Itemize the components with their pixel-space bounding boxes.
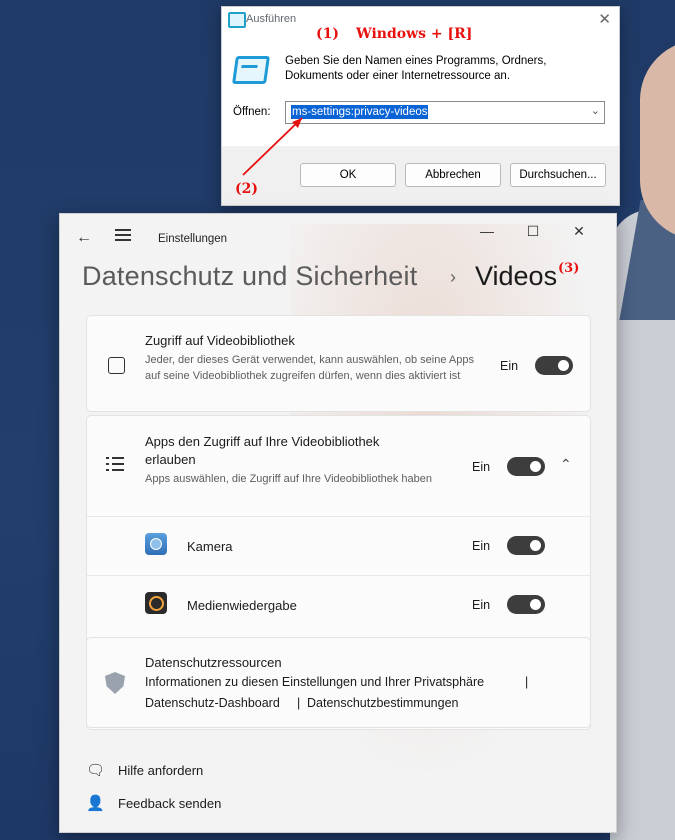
feedback-icon: 👤 [86, 795, 105, 812]
link-separator: | [297, 696, 301, 710]
chevron-up-icon[interactable]: ⌃ [560, 456, 572, 473]
privacy-resources-title: Datenschutzressourcen [145, 655, 282, 670]
maximize-icon[interactable]: ☐ [510, 223, 556, 240]
app-access-toggle[interactable] [507, 457, 545, 476]
video-library-toggle[interactable] [535, 356, 573, 375]
shield-icon [105, 672, 125, 694]
video-frame-icon [108, 357, 125, 374]
link-separator: | [525, 675, 529, 689]
divider [87, 516, 590, 517]
privacy-resources-card: Datenschutzressourcen Informationen zu d… [86, 637, 591, 728]
camera-app-icon [145, 533, 167, 555]
minimize-icon[interactable]: — [464, 223, 510, 239]
app-name-camera: Kamera [187, 539, 233, 554]
privacy-statement-link[interactable]: Datenschutzbestimmungen [307, 696, 458, 710]
breadcrumb-separator: › [450, 267, 456, 287]
privacy-info-link[interactable]: Informationen zu diesen Einstellungen un… [145, 675, 484, 689]
media-player-app-icon [145, 592, 167, 614]
video-library-card: Zugriff auf Videobibliothek Jeder, der d… [86, 315, 591, 412]
video-library-description: Jeder, der dieses Gerät verwendet, kann … [145, 354, 474, 382]
window-controls: — ☐ ✕ [464, 223, 602, 240]
breadcrumb-parent[interactable]: Datenschutz und Sicherheit [82, 261, 417, 292]
app-access-state: Ein [472, 460, 491, 474]
settings-window: ← Einstellungen — ☐ ✕ Datenschutz und Sich… [59, 213, 617, 833]
app-name-media-player: Medienwiedergabe [187, 598, 297, 613]
video-library-state: Ein [500, 359, 519, 373]
page-title: Videos [475, 261, 558, 291]
back-arrow-icon[interactable]: ← [76, 229, 92, 247]
get-help-link[interactable]: Hilfe anfordern [118, 763, 203, 778]
window-title: Einstellungen [158, 233, 228, 245]
send-feedback-link[interactable]: Feedback senden [118, 796, 221, 811]
hamburger-menu-icon[interactable] [115, 229, 131, 241]
divider [87, 575, 590, 576]
camera-state: Ein [472, 539, 491, 553]
help-icon: 🗨 [86, 762, 106, 779]
camera-toggle[interactable] [507, 536, 545, 555]
list-icon [106, 457, 124, 473]
privacy-dashboard-link[interactable]: Datenschutz-Dashboard [145, 696, 280, 710]
annotation-step3: (3) [558, 261, 580, 276]
app-access-title: Apps den Zugriff auf Ihre Videobibliothe… [145, 434, 380, 467]
video-library-title: Zugriff auf Videobibliothek [145, 333, 295, 348]
close-icon[interactable]: ✕ [556, 223, 602, 240]
media-player-toggle[interactable] [507, 595, 545, 614]
app-access-description: Apps auswählen, die Zugriff auf Ihre Vid… [145, 473, 433, 485]
media-player-state: Ein [472, 598, 491, 612]
